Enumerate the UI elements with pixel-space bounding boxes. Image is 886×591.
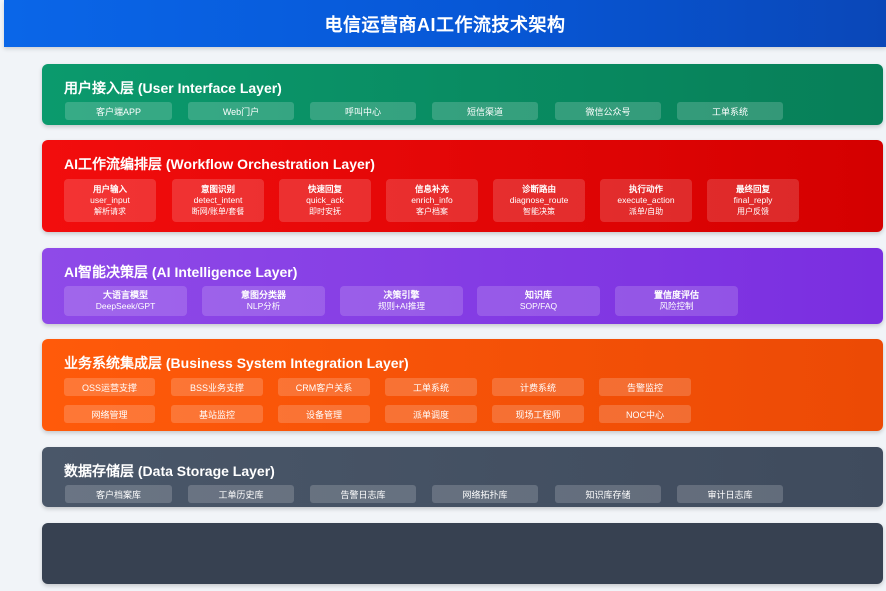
data-layer-title: 数据存储层 (Data Storage Layer) xyxy=(64,463,275,479)
ui-item-callcenter[interactable]: 呼叫中心 xyxy=(310,102,416,120)
business-layer-title: 业务系统集成层 (Business System Integration Lay… xyxy=(64,355,409,371)
bottom-panel xyxy=(42,523,883,584)
node-desc: DeepSeek/GPT xyxy=(95,301,156,311)
node-title: 快速回复 xyxy=(307,184,342,194)
node-code: enrich_info xyxy=(411,195,453,205)
workflow-layer: AI工作流编排层 (Workflow Orchestration Layer) … xyxy=(42,140,883,232)
biz-item-crm[interactable]: CRM客户关系 xyxy=(278,378,370,396)
node-desc: 解析请求 xyxy=(94,207,126,216)
ui-item-ticket[interactable]: 工单系统 xyxy=(677,102,783,120)
ui-item-app[interactable]: 客户端APP xyxy=(65,102,172,120)
workflow-node-final-reply[interactable]: 最终回复 final_reply 用户反馈 xyxy=(707,179,799,222)
node-title: 大语言模型 xyxy=(102,290,148,300)
biz-item-basestation[interactable]: 基站监控 xyxy=(171,405,263,423)
node-title: 意图识别 xyxy=(200,184,235,194)
node-desc: 派单/自助 xyxy=(628,207,664,216)
ui-item-web[interactable]: Web门户 xyxy=(188,102,294,120)
node-code: final_reply xyxy=(733,195,773,205)
ai-layer-title: AI智能决策层 (AI Intelligence Layer) xyxy=(64,264,298,280)
ui-layer-title: 用户接入层 (User Interface Layer) xyxy=(64,80,282,96)
node-desc: 规则+AI推理 xyxy=(378,301,425,311)
node-title: 最终回复 xyxy=(735,184,770,194)
ai-layer: AI智能决策层 (AI Intelligence Layer) 大语言模型 De… xyxy=(42,248,883,324)
node-desc: 风险控制 xyxy=(659,301,694,311)
node-title: 意图分类器 xyxy=(240,290,286,300)
page-title: 电信运营商AI工作流技术架构 xyxy=(324,14,566,35)
data-layer: 数据存储层 (Data Storage Layer) 客户档案库 工单历史库 告… xyxy=(42,447,883,507)
node-desc: SOP/FAQ xyxy=(519,301,558,311)
ai-node-decision-engine[interactable]: 决策引擎 规则+AI推理 xyxy=(340,286,463,316)
biz-item-engineer[interactable]: 现场工程师 xyxy=(492,405,584,423)
node-code: execute_action xyxy=(617,195,675,205)
ai-node-confidence[interactable]: 置信度评估 风险控制 xyxy=(615,286,738,316)
node-title: 信息补充 xyxy=(414,184,449,194)
ui-layer: 用户接入层 (User Interface Layer) 客户端APP Web门… xyxy=(42,64,883,125)
data-item-customer[interactable]: 客户档案库 xyxy=(65,485,172,503)
ai-node-intent-classifier[interactable]: 意图分类器 NLP分析 xyxy=(202,286,325,316)
node-title: 执行动作 xyxy=(628,184,663,194)
workflow-layer-title: AI工作流编排层 (Workflow Orchestration Layer) xyxy=(64,156,375,172)
node-desc: 即时安抚 xyxy=(309,207,341,216)
node-title: 用户输入 xyxy=(92,184,127,194)
ai-node-llm[interactable]: 大语言模型 DeepSeek/GPT xyxy=(64,286,187,316)
workflow-node-execute-action[interactable]: 执行动作 execute_action 派单/自助 xyxy=(600,179,692,222)
workflow-node-quick-ack[interactable]: 快速回复 quick_ack 即时安抚 xyxy=(279,179,371,222)
ui-item-sms[interactable]: 短信渠道 xyxy=(432,102,538,120)
ai-node-knowledge-base[interactable]: 知识库 SOP/FAQ xyxy=(477,286,600,316)
biz-item-device[interactable]: 设备管理 xyxy=(278,405,370,423)
node-desc: 智能决策 xyxy=(523,207,555,216)
ui-item-wechat[interactable]: 微信公众号 xyxy=(555,102,661,120)
data-item-audit[interactable]: 审计日志库 xyxy=(677,485,783,503)
biz-item-noc[interactable]: NOC中心 xyxy=(599,405,691,423)
business-layer: 业务系统集成层 (Business System Integration Lay… xyxy=(42,339,883,431)
node-code: detect_intent xyxy=(193,195,243,205)
biz-item-ticket[interactable]: 工单系统 xyxy=(385,378,477,396)
biz-item-dispatch[interactable]: 派单调度 xyxy=(385,405,477,423)
node-code: quick_ack xyxy=(306,195,344,205)
page-header: 电信运营商AI工作流技术架构 xyxy=(4,0,886,47)
data-item-topology[interactable]: 网络拓扑库 xyxy=(432,485,538,503)
node-title: 知识库 xyxy=(524,290,552,300)
node-title: 诊断路由 xyxy=(521,184,556,194)
biz-item-oss[interactable]: OSS运营支撑 xyxy=(64,378,155,396)
node-desc: 用户反馈 xyxy=(737,207,769,216)
biz-item-network[interactable]: 网络管理 xyxy=(64,405,155,423)
biz-item-bss[interactable]: BSS业务支撑 xyxy=(171,378,263,396)
node-desc: 客户档案 xyxy=(416,207,448,216)
workflow-node-user-input[interactable]: 用户输入 user_input 解析请求 xyxy=(64,179,156,222)
node-desc: NLP分析 xyxy=(246,301,281,311)
biz-item-alarm[interactable]: 告警监控 xyxy=(599,378,691,396)
node-code: user_input xyxy=(90,195,130,205)
workflow-node-detect-intent[interactable]: 意图识别 detect_intent 断网/账单/套餐 xyxy=(172,179,264,222)
node-desc: 断网/账单/套餐 xyxy=(191,207,245,216)
workflow-node-enrich-info[interactable]: 信息补充 enrich_info 客户档案 xyxy=(386,179,478,222)
biz-item-billing[interactable]: 计费系统 xyxy=(492,378,584,396)
node-code: diagnose_route xyxy=(509,195,569,205)
node-title: 置信度评估 xyxy=(653,290,699,300)
data-item-knowledge[interactable]: 知识库存储 xyxy=(555,485,661,503)
node-title: 决策引擎 xyxy=(383,290,420,300)
data-item-alarm-log[interactable]: 告警日志库 xyxy=(310,485,416,503)
workflow-node-diagnose-route[interactable]: 诊断路由 diagnose_route 智能决策 xyxy=(493,179,585,222)
data-item-ticket-history[interactable]: 工单历史库 xyxy=(188,485,294,503)
